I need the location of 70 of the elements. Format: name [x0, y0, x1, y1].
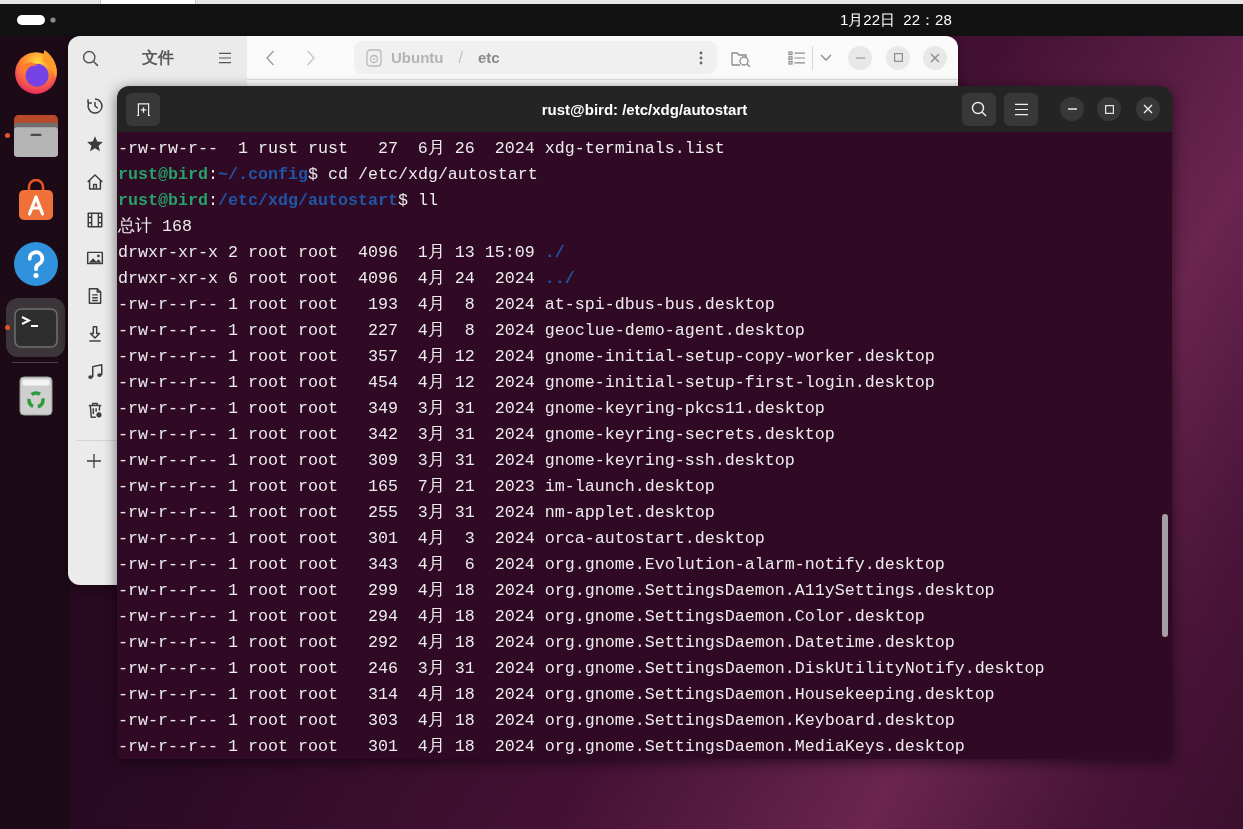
minimize-icon: [855, 56, 865, 59]
terminal-title: rust@bird: /etc/xdg/autostart: [541, 100, 748, 118]
list-view-icon[interactable]: [788, 50, 806, 65]
menu-icon: [1013, 102, 1029, 116]
terminal-line: -rw-r--r-- 1 root root 454 4月 12 2024 gnome-initial-setup-first-login.desktop: [118, 372, 935, 394]
terminal-line: -rw-r--r-- 1 root root 246 3月 31 2024 org.gnome.SettingsDaemon.DiskUtilityNotify.desktop: [118, 658, 1045, 680]
path-separator: /: [458, 48, 463, 67]
terminal-line: -rw-r--r-- 1 root root 301 4月 3 2024 orca-autostart.desktop: [118, 528, 765, 550]
fox-globe-icon: [12, 48, 59, 95]
maximize-icon: [893, 53, 903, 62]
terminal-line: -rw-r--r-- 1 root root 299 4月 18 2024 org.gnome.SettingsDaemon.A11ySettings.desktop: [118, 580, 995, 602]
terminal-line: -rw-rw-r-- 1 rust rust 27 6月 26 2024 xdg-terminals.list: [118, 138, 725, 160]
recycle-bin-icon: [18, 375, 53, 416]
minimize-icon: [1067, 108, 1077, 110]
image-icon[interactable]: [86, 249, 104, 267]
terminal-line: -rw-r--r-- 1 root root 165 7月 21 2023 im-launch.desktop: [118, 476, 715, 498]
terminal-line: -rw-r--r-- 1 root root 314 4月 18 2024 org.gnome.SettingsDaemon.Housekeeping.desktop: [118, 684, 995, 706]
search-button[interactable]: [962, 92, 996, 126]
terminal-line: -rw-r--r-- 1 root root 303 4月 18 2024 org.gnome.SettingsDaemon.Keyboard.desktop: [118, 710, 955, 732]
maximize-button[interactable]: [1097, 97, 1121, 121]
terminal-line: -rw-r--r-- 1 root root 309 3月 31 2024 gnome-keyring-ssh.desktop: [118, 450, 795, 472]
minimize-button[interactable]: [1060, 97, 1084, 121]
maximize-icon: [1104, 104, 1114, 114]
terminal-line: drwxr-xr-x 2 root root 4096 1月 13 15:09 ./: [118, 242, 565, 264]
path-bar[interactable]: Ubuntu / etc: [354, 41, 717, 74]
home-icon[interactable]: [86, 173, 104, 191]
terminal-line: -rw-r--r-- 1 root root 193 4月 8 2024 at-spi-dbus-bus.desktop: [118, 294, 775, 316]
close-icon: [930, 52, 940, 63]
new-tab-icon: [135, 102, 151, 116]
terminal-line: -rw-r--r-- 1 root root 227 4月 8 2024 geoclue-demo-agent.desktop: [118, 320, 805, 342]
chevron-down-icon[interactable]: [820, 53, 832, 62]
download-icon[interactable]: [86, 325, 104, 343]
clock[interactable]: 1月22日 22：28: [840, 10, 952, 30]
folder-icon: [13, 114, 58, 157]
menu-button[interactable]: [1004, 92, 1038, 126]
terminal-line: rust@bird:/etc/xdg/autostart$ ll: [118, 190, 438, 212]
terminal-line: -rw-r--r-- 1 root root 349 3月 31 2024 gnome-keyring-pkcs11.desktop: [118, 398, 825, 420]
terminal-icon: [13, 307, 58, 348]
close-icon: [1143, 104, 1153, 114]
document-icon[interactable]: [86, 287, 104, 305]
more-options-icon[interactable]: [699, 50, 703, 65]
plus-icon[interactable]: [86, 453, 102, 469]
help-icon: [13, 241, 58, 286]
workspace-indicator-icon[interactable]: [17, 15, 56, 25]
new-tab-button[interactable]: [126, 92, 160, 126]
path-segment[interactable]: Ubuntu: [391, 49, 444, 66]
star-icon[interactable]: [86, 135, 104, 153]
terminal-line: 总计 168: [118, 216, 192, 238]
back-icon[interactable]: [265, 49, 275, 66]
files-window-title: 文件: [141, 47, 174, 68]
terminal-line: rust@bird:~/.config$ cd /etc/xdg/autostart: [118, 164, 538, 186]
menu-icon[interactable]: [218, 52, 232, 64]
shopping-bag-icon: [17, 178, 54, 221]
path-segment[interactable]: etc: [477, 49, 500, 66]
search-icon: [971, 101, 987, 117]
film-icon[interactable]: [86, 211, 104, 229]
terminal-line: -rw-r--r-- 1 root root 294 4月 18 2024 org.gnome.SettingsDaemon.Color.desktop: [118, 606, 925, 628]
terminal-line: drwxr-xr-x 6 root root 4096 4月 24 2024 ../: [118, 268, 575, 290]
terminal-line: -rw-r--r-- 1 root root 357 4月 12 2024 gnome-initial-setup-copy-worker.desktop: [118, 346, 935, 368]
close-button[interactable]: [1136, 97, 1160, 121]
terminal-line: -rw-r--r-- 1 root root 342 3月 31 2024 gnome-keyring-secrets.desktop: [118, 424, 835, 446]
terminal-line: -rw-r--r-- 1 root root 343 4月 6 2024 org.gnome.Evolution-alarm-notify.desktop: [118, 554, 945, 576]
terminal-line: -rw-r--r-- 1 root root 292 4月 18 2024 org.gnome.SettingsDaemon.Datetime.desktop: [118, 632, 955, 654]
music-note-icon[interactable]: [86, 363, 104, 381]
terminal-line: -rw-r--r-- 1 root root 301 4月 18 2024 org.gnome.SettingsDaemon.MediaKeys.desktop: [118, 736, 965, 758]
trash-icon[interactable]: [86, 401, 104, 419]
terminal-line: -rw-r--r-- 1 root root 255 3月 31 2024 nm-applet.desktop: [118, 502, 715, 524]
scrollbar-thumb[interactable]: [1162, 514, 1168, 637]
search-icon[interactable]: [81, 49, 99, 67]
clock-icon[interactable]: [86, 97, 104, 115]
